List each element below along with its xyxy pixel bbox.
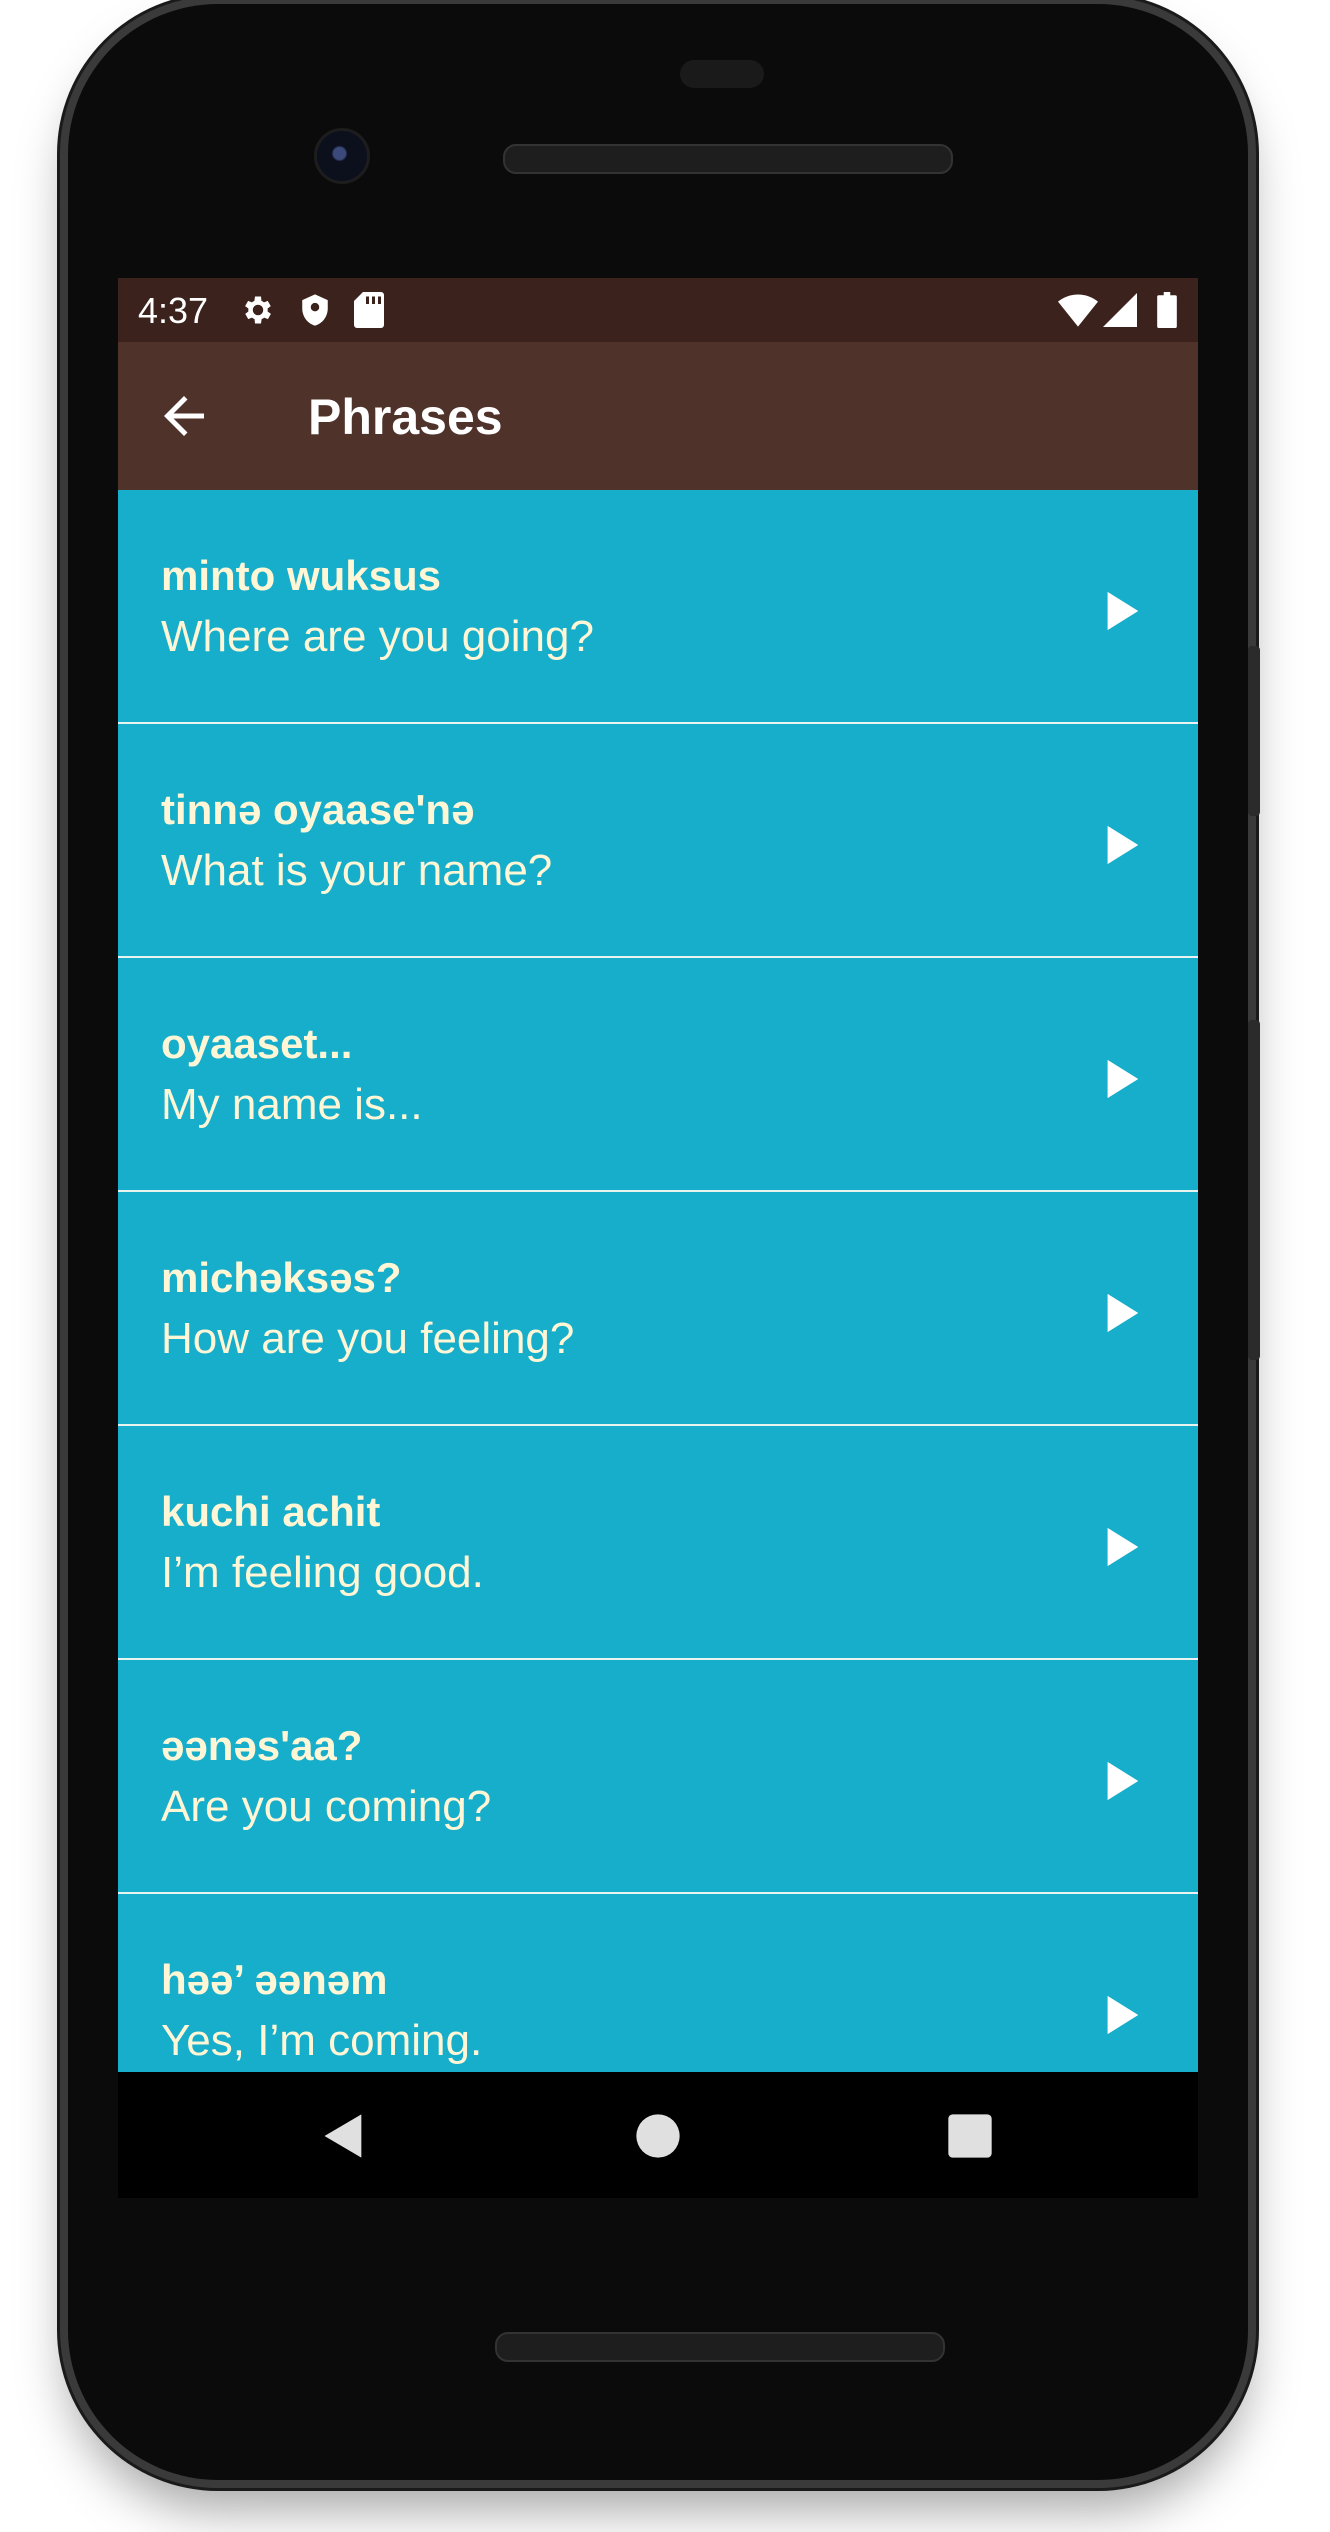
play-icon[interactable] (1098, 1758, 1144, 1804)
translation-text: Yes, I’m coming. (161, 2016, 483, 2065)
bottom-speaker (495, 2332, 945, 2362)
status-time: 4:37 (138, 290, 209, 331)
page-title: Phrases (308, 389, 503, 445)
list-item[interactable]: oyaaset... My name is... (118, 958, 1198, 1192)
phrase-text: oyaaset... (161, 1020, 353, 1067)
phrase-text: həə’ əənəm (161, 1956, 388, 2003)
front-camera (314, 128, 370, 184)
play-icon[interactable] (1098, 588, 1144, 634)
list-item[interactable]: həə’ əənəm Yes, I’m coming. (118, 1894, 1198, 2072)
phrase-text: minto wuksus (161, 552, 442, 599)
translation-text: Are you coming? (161, 1782, 492, 1831)
screen: 4:37 Phrases minto wuksus Where are you … (118, 278, 1198, 2072)
phrase-text: əənəs'aa? (161, 1722, 363, 1769)
list-item[interactable]: əənəs'aa? Are you coming? (118, 1660, 1198, 1894)
earpiece-speaker (503, 144, 953, 174)
play-icon[interactable] (1098, 1992, 1144, 2038)
sd-card-icon (354, 292, 384, 328)
phrase-text: kuchi achit (161, 1488, 381, 1535)
signal-icon (1103, 293, 1137, 327)
translation-text: What is your name? (161, 846, 553, 895)
play-icon[interactable] (1098, 822, 1144, 868)
list-item[interactable]: tinnə oyaase'nə What is your name? (118, 724, 1198, 958)
list-item[interactable]: kuchi achit I’m feeling good. (118, 1426, 1198, 1660)
arrow-back-icon[interactable] (154, 386, 214, 446)
phrase-list: minto wuksus Where are you going? tinnə … (118, 490, 1198, 2072)
proximity-sensor (680, 60, 764, 88)
phrase-text: tinnə oyaase'nə (161, 786, 475, 833)
app-bar: Phrases (118, 342, 1198, 490)
play-icon[interactable] (1098, 1524, 1144, 1570)
translation-text: My name is... (161, 1080, 423, 1129)
volume-button (1248, 1020, 1260, 1360)
home-circle-icon[interactable] (632, 2110, 684, 2162)
translation-text: How are you feeling? (161, 1314, 575, 1363)
list-item[interactable]: michəksəs? How are you feeling? (118, 1192, 1198, 1426)
back-triangle-icon[interactable] (318, 2110, 370, 2162)
settings-icon (245, 296, 271, 324)
translation-text: I’m feeling good. (161, 1548, 484, 1597)
status-bar: 4:37 (118, 278, 1198, 342)
shield-icon (302, 294, 328, 326)
recents-square-icon[interactable] (944, 2110, 996, 2162)
play-icon[interactable] (1098, 1290, 1144, 1336)
phrase-text: michəksəs? (161, 1254, 402, 1301)
battery-icon (1157, 292, 1177, 328)
power-button (1248, 646, 1260, 816)
play-icon[interactable] (1098, 1056, 1144, 1102)
list-item[interactable]: minto wuksus Where are you going? (118, 490, 1198, 724)
navigation-bar (118, 2072, 1198, 2198)
translation-text: Where are you going? (161, 612, 594, 661)
wifi-icon (1058, 294, 1098, 327)
